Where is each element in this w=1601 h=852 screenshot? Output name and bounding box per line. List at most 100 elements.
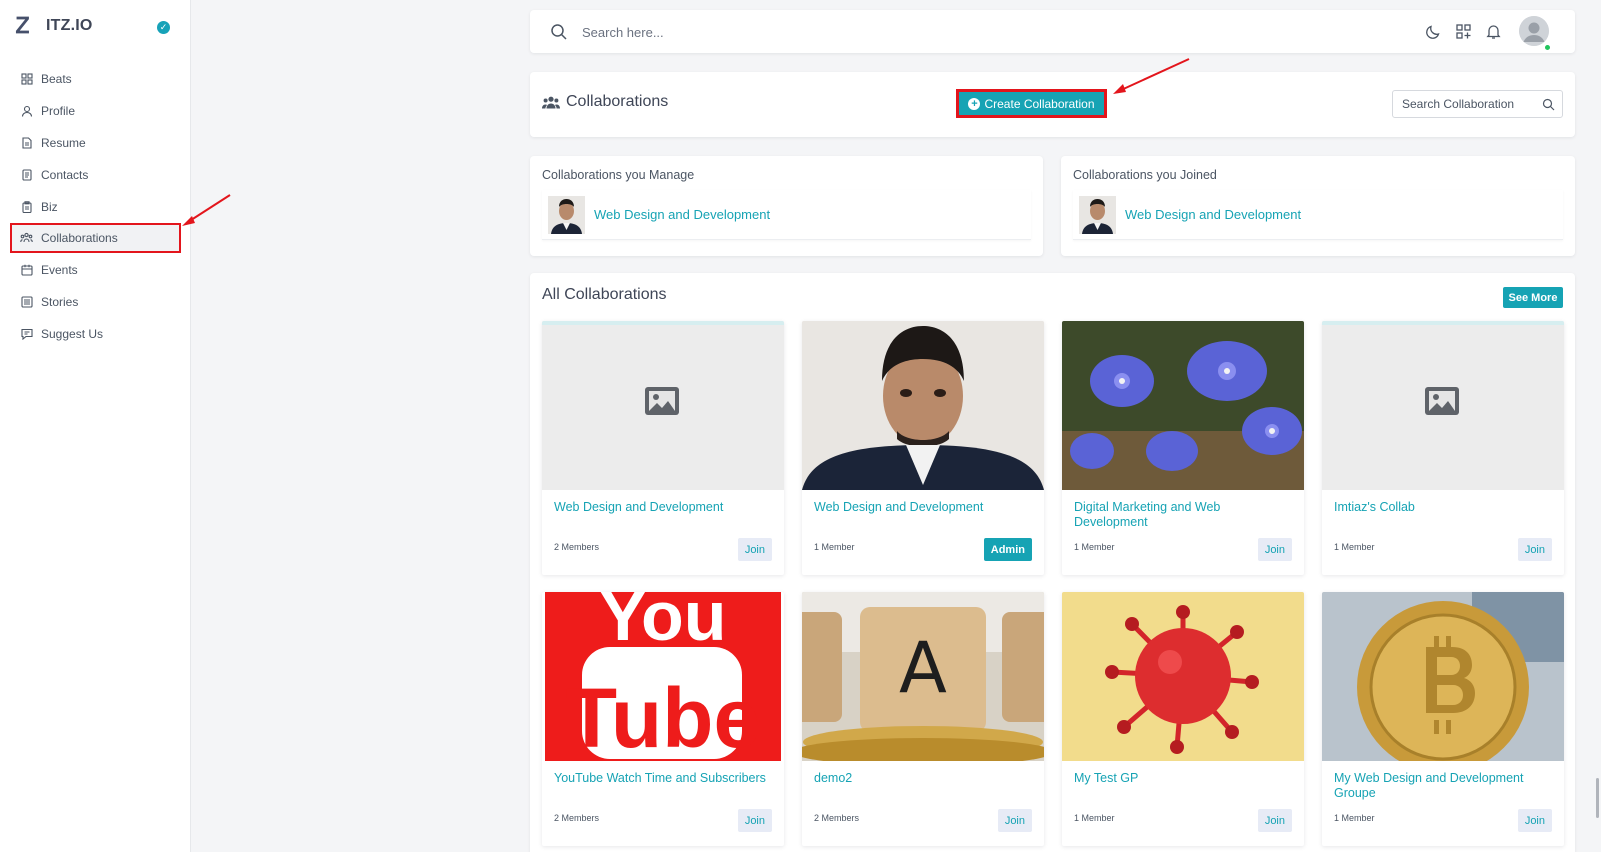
- search-icon[interactable]: [1542, 98, 1555, 111]
- brand-logo-icon: Ꮓ: [16, 13, 30, 39]
- calendar-icon: [20, 264, 33, 277]
- user-avatar[interactable]: [1519, 16, 1549, 46]
- collaboration-title[interactable]: My Test GP: [1074, 771, 1292, 786]
- list-item[interactable]: Web Design and Development: [542, 190, 1031, 240]
- collaboration-grid: Web Design and Development 2 Members Joi…: [542, 321, 1564, 846]
- sidebar-item-label: Collaborations: [41, 231, 118, 246]
- member-count: 1 Member: [1334, 542, 1375, 552]
- sidebar-item-collaborations[interactable]: Collaborations: [10, 223, 181, 254]
- collaboration-title[interactable]: Web Design and Development: [554, 500, 772, 515]
- sidebar-item-suggest-us[interactable]: Suggest Us: [12, 321, 179, 347]
- collaboration-link[interactable]: Web Design and Development: [1125, 207, 1301, 222]
- collaboration-card[interactable]: Digital Marketing and Web Development 1 …: [1062, 321, 1304, 575]
- contacts-icon: [20, 168, 33, 181]
- join-button[interactable]: Join: [737, 809, 772, 832]
- admin-button[interactable]: Admin: [983, 538, 1032, 561]
- image-placeholder: [542, 321, 784, 490]
- create-collaboration-button[interactable]: + Create Collaboration: [956, 89, 1107, 118]
- feedback-icon: [20, 328, 33, 341]
- top-bar-actions: [1413, 16, 1549, 46]
- collaboration-title[interactable]: Digital Marketing and Web Development: [1074, 500, 1292, 530]
- sidebar-item-label: Profile: [41, 103, 76, 118]
- member-count: 1 Member: [1074, 542, 1115, 552]
- page-scrollbar[interactable]: [1591, 0, 1601, 852]
- sidebar-item-events[interactable]: Events: [12, 257, 179, 283]
- sidebar-item-label: Stories: [41, 295, 79, 310]
- collaboration-card[interactable]: A demo2 2 Members Join: [802, 592, 1044, 846]
- sidebar-item-label: Events: [41, 263, 78, 278]
- collaboration-card[interactable]: You Tube YouTube Watch Time and Subscribe…: [542, 592, 784, 846]
- collaboration-title[interactable]: YouTube Watch Time and Subscribers: [554, 771, 772, 786]
- sidebar-item-stories[interactable]: Stories: [12, 289, 179, 315]
- join-button[interactable]: Join: [737, 538, 772, 561]
- global-search-input[interactable]: [582, 21, 982, 43]
- youtube-tube-text: Tube: [566, 671, 760, 761]
- sidebar-item-contacts[interactable]: Contacts: [12, 162, 179, 188]
- join-button[interactable]: Join: [1517, 809, 1552, 832]
- collaboration-title[interactable]: demo2: [814, 771, 1032, 786]
- collaboration-image: A: [802, 592, 1044, 761]
- member-count: 2 Members: [554, 813, 600, 823]
- youtube-you-text: You: [599, 592, 726, 655]
- collaboration-title[interactable]: Imtiaz's Collab: [1334, 500, 1552, 515]
- image-placeholder: [1322, 321, 1564, 490]
- document-icon: [20, 136, 33, 149]
- sidebar-item-label: Resume: [41, 135, 86, 150]
- sidebar-item-resume[interactable]: Resume: [12, 130, 179, 156]
- member-count: 1 Member: [814, 542, 855, 552]
- youtube-logo-image: You Tube: [542, 592, 784, 761]
- scrollbar-thumb[interactable]: [1596, 778, 1599, 818]
- collaboration-image: [1062, 592, 1304, 761]
- avatar: [1079, 195, 1116, 234]
- user-icon: [20, 104, 33, 117]
- member-count: 1 Member: [1074, 813, 1115, 823]
- list-item[interactable]: Web Design and Development: [1073, 190, 1563, 240]
- top-bar: [530, 10, 1575, 53]
- see-more-button[interactable]: See More: [1503, 287, 1563, 308]
- sidebar: Ꮓ ITZ.IO ✓ Beats Profile Resume Contacts…: [0, 0, 191, 852]
- panel-title: Collaborations you Manage: [542, 168, 695, 182]
- member-count: 2 Members: [554, 542, 600, 552]
- sidebar-nav: Beats Profile Resume Contacts Biz Collab…: [10, 66, 181, 353]
- verified-check-icon: ✓: [157, 21, 170, 34]
- sidebar-item-label: Beats: [41, 72, 72, 86]
- collaboration-card[interactable]: Imtiaz's Collab 1 Member Join: [1322, 321, 1564, 575]
- search-collaboration-box: [1392, 90, 1563, 118]
- join-button[interactable]: Join: [997, 809, 1032, 832]
- plus-circle-icon: +: [968, 97, 981, 110]
- collaboration-image: [802, 321, 1044, 490]
- search-collaboration-input[interactable]: [1402, 97, 1542, 111]
- brand[interactable]: Ꮓ ITZ.IO: [16, 13, 93, 39]
- collaboration-title[interactable]: Web Design and Development: [814, 500, 1032, 515]
- apps-add-icon[interactable]: [1453, 21, 1473, 41]
- collaboration-card[interactable]: My Web Design and Development Groupe 1 M…: [1322, 592, 1564, 846]
- page-title-text: Collaborations: [566, 93, 669, 110]
- bell-icon[interactable]: [1483, 21, 1503, 41]
- sidebar-item-profile[interactable]: Profile: [12, 98, 179, 124]
- sidebar-item-label: Contacts: [41, 167, 89, 182]
- panel-title: Collaborations you Joined: [1073, 168, 1217, 182]
- join-button[interactable]: Join: [1257, 538, 1292, 561]
- collaboration-card[interactable]: My Test GP 1 Member Join: [1062, 592, 1304, 846]
- collaboration-card[interactable]: Web Design and Development 2 Members Joi…: [542, 321, 784, 575]
- online-status-dot: [1544, 44, 1551, 51]
- join-button[interactable]: Join: [1257, 809, 1292, 832]
- collaboration-image: [1062, 321, 1304, 490]
- sidebar-item-biz[interactable]: Biz: [12, 194, 179, 220]
- join-button[interactable]: Join: [1517, 538, 1552, 561]
- clipboard-icon: [20, 200, 33, 213]
- letter-a-text: A: [899, 627, 947, 709]
- moon-icon[interactable]: [1423, 21, 1443, 41]
- collaborations-you-joined: Collaborations you Joined Web Design and…: [1061, 156, 1575, 256]
- search-icon: [550, 23, 568, 46]
- sidebar-item-beats[interactable]: Beats: [12, 66, 179, 92]
- member-count: 1 Member: [1334, 813, 1375, 823]
- collaboration-card[interactable]: Web Design and Development 1 Member Admi…: [802, 321, 1044, 575]
- people-icon: [20, 232, 33, 245]
- grid-icon: [20, 73, 33, 86]
- collaboration-link[interactable]: Web Design and Development: [594, 207, 770, 222]
- page-title: Collaborations: [542, 93, 668, 111]
- collaboration-title[interactable]: My Web Design and Development Groupe: [1334, 771, 1552, 801]
- sidebar-item-label: Suggest Us: [41, 327, 104, 342]
- brand-name: ITZ.IO: [46, 17, 93, 34]
